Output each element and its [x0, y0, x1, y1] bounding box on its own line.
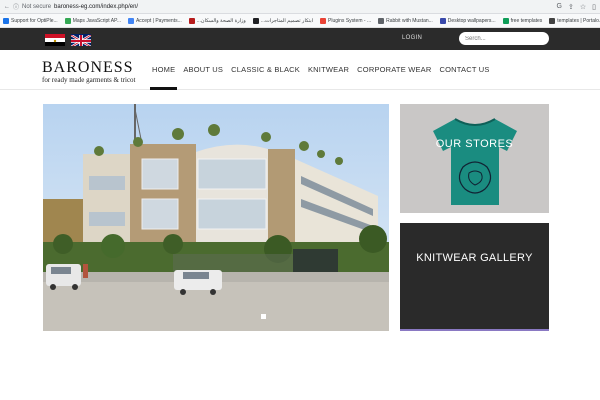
logo-tagline: for ready made garments & tricot: [42, 76, 136, 84]
bookmark-favicon-icon: [3, 17, 9, 24]
nav-item-home[interactable]: HOME: [148, 50, 179, 90]
bookmark-favicon-icon: [64, 17, 71, 24]
nav-item-about-us[interactable]: ABOUT US: [179, 50, 227, 90]
bookmark-favicon-icon: [549, 17, 556, 24]
bookmark-item[interactable]: ...وزارة الصحة والسكان: [188, 17, 246, 24]
back-icon[interactable]: ←: [4, 4, 10, 10]
factory-building-image: [43, 104, 389, 331]
bookmark-item[interactable]: free templates: [502, 17, 543, 24]
nav-item-knitwear[interactable]: KNITWEAR: [304, 50, 353, 90]
bookmarks-bar: Support for OptiPle... Maps JavaScript AP…: [0, 14, 600, 28]
bookmark-label: Support for OptiPle...: [11, 17, 58, 24]
bookmark-item[interactable]: Support for OptiPle...: [3, 17, 58, 24]
tablet-icon[interactable]: ▯: [592, 3, 596, 11]
bookmark-label: ...وزارة الصحة والسكان: [196, 17, 246, 24]
login-link[interactable]: LOGIN: [402, 35, 422, 41]
bookmark-favicon-icon: [378, 17, 385, 24]
main-nav: HOME ABOUT US CLASSIC & BLACK KNITWEAR C…: [148, 50, 494, 90]
bookmark-item[interactable]: Plugins System - ...: [320, 17, 372, 24]
site-header: BARONESS for ready made garments & trico…: [0, 50, 600, 90]
bookmark-item[interactable]: templates | Portalo...: [549, 17, 600, 24]
search-input[interactable]: [459, 32, 549, 45]
bookmark-label: Accept | Payments...: [135, 17, 182, 24]
bookmark-label: free templates: [510, 17, 543, 24]
bookmark-label: ...ابتكار تصميم المتاجرات: [260, 17, 314, 24]
star-icon[interactable]: ☆: [580, 3, 586, 11]
slide-indicator-dot[interactable]: [261, 314, 266, 319]
bookmark-item[interactable]: Rabbit with Mustan...: [378, 17, 433, 24]
nav-item-classic-black[interactable]: CLASSIC & BLACK: [227, 50, 304, 90]
bookmark-favicon-icon: [320, 17, 327, 24]
security-label: Not secure: [22, 3, 52, 10]
bookmark-item[interactable]: Maps JavaScript AP...: [64, 17, 121, 24]
our-stores-label: OUR STORES: [435, 138, 514, 150]
bookmark-favicon-icon: [127, 17, 134, 24]
bookmark-label: templates | Portalo...: [557, 17, 600, 24]
egypt-flag-icon[interactable]: [45, 34, 65, 46]
bookmark-favicon-icon: [252, 17, 259, 24]
bookmark-label: Desktop wallpapers...: [447, 17, 496, 24]
nav-item-contact-us[interactable]: CONTACT US: [436, 50, 494, 90]
bookmark-favicon-icon: [188, 17, 195, 24]
knitwear-gallery-tile[interactable]: KNITWEAR GALLERY: [400, 223, 549, 331]
uk-flag-icon[interactable]: [71, 34, 91, 46]
bookmark-label: Plugins System - ...: [328, 17, 372, 24]
bookmark-item[interactable]: ...ابتكار تصميم المتاجرات: [252, 17, 314, 24]
tshirt-icon: [432, 117, 517, 205]
knitwear-gallery-label: KNITWEAR GALLERY: [416, 252, 533, 264]
logo[interactable]: BARONESS for ready made garments & trico…: [42, 59, 136, 84]
bookmark-label: Maps JavaScript AP...: [72, 17, 121, 24]
hero-slideshow[interactable]: [43, 104, 389, 331]
our-stores-tile[interactable]: OUR STORES: [400, 104, 549, 213]
browser-address-bar: ← ⓘ Not secure baroness-eg.com/index.php…: [0, 0, 600, 14]
info-icon[interactable]: ⓘ: [13, 2, 19, 11]
nav-item-corporate-wear[interactable]: CORPORATE WEAR: [353, 50, 435, 90]
bookmark-label: Rabbit with Mustan...: [386, 17, 433, 24]
logo-name: BARONESS: [42, 59, 134, 76]
bookmark-favicon-icon: [439, 17, 446, 24]
share-icon[interactable]: ⇪: [568, 3, 574, 11]
google-icon[interactable]: G: [557, 3, 562, 11]
top-bar: LOGIN: [0, 28, 600, 50]
bookmark-favicon-icon: [502, 17, 509, 24]
bookmark-item[interactable]: Accept | Payments...: [127, 17, 182, 24]
bookmark-item[interactable]: Desktop wallpapers...: [439, 17, 496, 24]
url-field[interactable]: baroness-eg.com/index.php/en/: [54, 4, 138, 10]
